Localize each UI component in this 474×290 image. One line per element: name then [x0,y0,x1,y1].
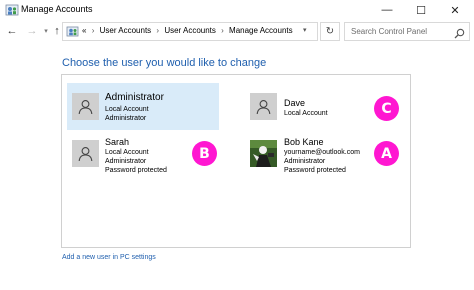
breadcrumb-separator[interactable]: › [221,26,224,35]
forward-arrow-icon[interactable]: → [25,23,39,39]
user-role: Administrator [284,158,326,165]
user-email: yourname@outlook.com [284,149,360,156]
address-dropdown-chevron-icon[interactable]: ▾ [303,26,307,34]
maximize-button[interactable]: ☐ [406,0,436,20]
title-bar: Manage Accounts — ☐ ✕ [0,0,474,20]
page-title: Choose the user you would like to change [62,57,267,69]
annotation-badge-c: C [374,96,399,121]
breadcrumb: « › User Accounts › User Accounts › Mana… [82,26,293,35]
user-tile-administrator[interactable]: Administrator Local Account Administrato… [67,83,219,130]
user-tile-sarah[interactable]: Sarah Local Account Administrator Passwo… [67,135,219,180]
default-avatar-icon [72,140,99,167]
window-title: Manage Accounts [21,4,93,14]
default-avatar-icon [72,93,99,120]
user-password-status: Password protected [284,167,346,174]
breadcrumb-overflow[interactable]: « [82,26,86,35]
user-role: Administrator [105,115,147,122]
user-photo-avatar [250,140,277,167]
annotation-badge-a: A [374,141,399,166]
default-avatar-icon [250,93,277,120]
minimize-button[interactable]: — [372,0,402,20]
control-panel-icon [66,25,80,38]
breadcrumb-separator[interactable]: › [156,26,159,35]
breadcrumb-separator: › [91,26,95,35]
search-input[interactable]: Search Control Panel [344,22,470,41]
user-name: Dave [284,98,306,108]
user-account-type: Local Account [105,149,149,156]
address-bar[interactable]: « › User Accounts › User Accounts › Mana… [62,22,318,41]
user-role: Administrator [105,158,147,165]
user-name: Bob Kane [284,137,324,147]
user-tile-bob-kane[interactable]: Bob Kane yourname@outlook.com Administra… [247,135,399,180]
annotation-badge-b: B [192,141,217,166]
breadcrumb-item-manage-accounts[interactable]: Manage Accounts [229,26,293,35]
refresh-button[interactable]: ↻ [320,22,340,41]
search-icon [454,26,465,39]
user-account-type: Local Account [105,106,149,113]
user-tile-dave[interactable]: Dave Local Account C [247,83,399,130]
user-list-panel: Administrator Local Account Administrato… [61,74,411,248]
back-arrow-icon[interactable]: ← [5,23,19,39]
user-name: Sarah [105,137,130,147]
user-name: Administrator [105,92,164,103]
user-accounts-app-icon [5,3,19,17]
breadcrumb-item-user-accounts-sub[interactable]: User Accounts [164,26,216,35]
user-password-status: Password protected [105,167,167,174]
breadcrumb-item-user-accounts[interactable]: User Accounts [100,26,152,35]
search-placeholder: Search Control Panel [351,27,428,36]
add-new-user-link[interactable]: Add a new user in PC settings [62,254,156,261]
user-account-type: Local Account [284,110,328,117]
close-button[interactable]: ✕ [440,0,470,20]
